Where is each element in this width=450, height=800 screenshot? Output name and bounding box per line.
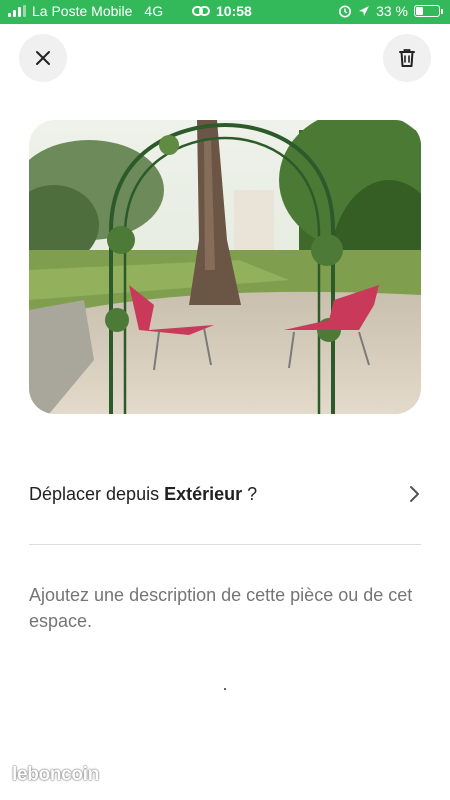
network-label: 4G bbox=[144, 3, 164, 19]
location-icon bbox=[359, 6, 370, 16]
status-left: La Poste Mobile 4G bbox=[8, 3, 163, 19]
close-icon bbox=[36, 51, 50, 65]
battery-percent-label: 33 % bbox=[376, 3, 408, 19]
status-center: 10:58 bbox=[192, 3, 252, 19]
room-move-label: Déplacer depuis Extérieur ? bbox=[29, 484, 257, 505]
status-right: 33 % bbox=[338, 3, 443, 19]
battery-level-fill bbox=[416, 7, 423, 15]
signal-icon bbox=[8, 5, 26, 17]
chevron-right-icon bbox=[410, 486, 419, 502]
clock-label: 10:58 bbox=[216, 3, 252, 19]
status-bar: La Poste Mobile 4G 10:58 33 % bbox=[0, 0, 450, 24]
room-prefix: Déplacer depuis bbox=[29, 483, 165, 504]
room-selector[interactable]: Déplacer depuis Extérieur ? bbox=[29, 476, 421, 512]
alarm-icon bbox=[339, 5, 352, 18]
description-input[interactable] bbox=[29, 582, 421, 638]
divider bbox=[29, 544, 421, 545]
link-icon bbox=[192, 6, 210, 16]
room-suffix: ? bbox=[242, 483, 258, 504]
dot bbox=[224, 688, 226, 690]
leboncoin-watermark: leboncoin bbox=[12, 764, 100, 785]
battery-icon bbox=[414, 5, 443, 17]
close-button[interactable] bbox=[19, 34, 67, 82]
room-photo[interactable] bbox=[29, 120, 421, 414]
carrier-label: La Poste Mobile bbox=[32, 3, 133, 19]
garden-arch-photo bbox=[29, 120, 421, 414]
trash-icon bbox=[399, 49, 415, 67]
delete-button[interactable] bbox=[383, 34, 431, 82]
room-name: Extérieur bbox=[164, 483, 243, 504]
